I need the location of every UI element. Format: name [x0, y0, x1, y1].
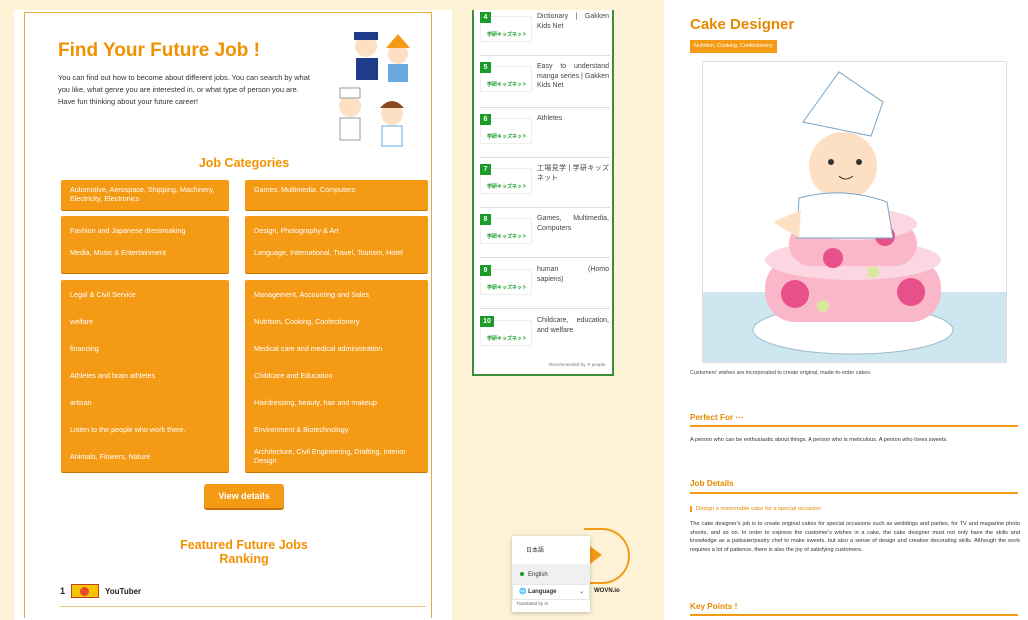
category-button[interactable]: Hairdressing, beauty, hair and makeup	[245, 388, 428, 418]
category-button[interactable]: Fashion and Japanese dressmaking	[61, 216, 229, 246]
characters-illustration	[339, 32, 410, 147]
globe-icon: 🌐	[519, 589, 527, 595]
language-selector-label: Language	[528, 589, 557, 595]
gakken-logo-icon: 学研キッズネット	[487, 134, 528, 140]
heading-underline	[690, 614, 1018, 616]
gakken-logo-icon: 学研キッズネット	[487, 184, 528, 190]
ranking-item[interactable]: 1 YouTuber	[60, 584, 141, 598]
rank-badge: 9	[480, 265, 491, 276]
language-option-label: English	[528, 572, 548, 578]
job-categories-heading: Job Categories	[198, 156, 290, 170]
rank-badge: 4	[480, 12, 491, 23]
category-button[interactable]: Legal & Civil Service	[61, 280, 229, 310]
recommendation-item[interactable]: 学研キッズネット 9 human (Homo sapiens)	[480, 265, 610, 309]
rank-badge: 10	[480, 316, 494, 327]
page-title: Find Your Future Job !	[58, 40, 260, 61]
rank-number: 1	[60, 586, 66, 596]
heading-underline	[690, 492, 1018, 494]
category-button[interactable]: Animals, Flowers, Nature	[61, 442, 229, 472]
recommendation-item[interactable]: 学研キッズネット 4 Dictionary | Gakken Kids Net	[480, 12, 610, 56]
divider	[60, 606, 426, 607]
category-button[interactable]: Childcare and Education	[245, 361, 428, 391]
category-button[interactable]: Games, Multimedia, Computers	[245, 180, 428, 210]
recommendation-item[interactable]: 学研キッズネット 10 Childcare, education, and we…	[480, 316, 610, 360]
category-button[interactable]: artisan	[61, 388, 229, 418]
ranking-heading-line1: Featured Future Jobs	[180, 538, 308, 552]
heading-underline	[690, 425, 1018, 427]
rank-badge: 8	[480, 214, 491, 225]
category-button[interactable]: Media, Music & Entertainment	[61, 243, 229, 273]
gakken-logo-icon: 学研キッズネット	[487, 32, 528, 38]
gakken-logo-icon: 学研キッズネット	[487, 82, 528, 88]
job-details-subheading: Design a memorable cake for a special oc…	[690, 506, 821, 512]
recommendation-item[interactable]: 学研キッズネット 7 工場見学 | 学研キッズネット	[480, 164, 610, 208]
category-button[interactable]: welfare	[61, 307, 229, 337]
category-button[interactable]: Architecture, Civil Engineering, Draftin…	[245, 442, 428, 472]
category-button[interactable]: financing	[61, 334, 229, 364]
recommendation-title: 工場見学 | 学研キッズネット	[537, 165, 609, 182]
gakken-logo-icon: 学研キッズネット	[487, 234, 528, 240]
language-selector[interactable]: 🌐 Language ⌄	[512, 584, 590, 600]
recommendation-title: human (Homo sapiens)	[537, 266, 609, 283]
recommendation-title: Childcare, education, and welfare	[537, 317, 609, 334]
ranking-heading: Featured Future Jobs Ranking	[150, 538, 338, 566]
gakken-logo-icon: 学研キッズネット	[487, 285, 528, 291]
category-button[interactable]: Listen to the people who work there.	[61, 415, 229, 445]
recommendation-title: Athletes	[537, 115, 563, 122]
intro-text: You can find out how to become about dif…	[58, 73, 310, 106]
category-button[interactable]: Environment & Biotechnology	[245, 415, 428, 445]
language-option-english[interactable]: English	[512, 564, 590, 586]
gakken-logo-icon: 学研キッズネット	[487, 336, 528, 342]
view-details-button[interactable]: View details	[204, 484, 284, 508]
chevron-down-icon: ⌄	[578, 589, 584, 595]
selected-dot-icon	[520, 572, 524, 576]
job-details-text: The cake designer's job is to create ori…	[690, 521, 1020, 553]
category-button[interactable]: Language, International, Travel, Tourism…	[245, 243, 428, 273]
rank-badge: 5	[480, 62, 491, 73]
perfect-for-heading: Perfect For ···	[690, 413, 744, 422]
youtuber-thumbnail-icon	[71, 584, 100, 598]
cake-designer-illustration	[702, 61, 1007, 363]
recommendation-title: Games, Multimedia, Computers	[537, 215, 609, 232]
rank-badge: 7	[480, 164, 491, 175]
recommendation-item[interactable]: 学研キッズネット 5 Easy to understand manga seri…	[480, 62, 610, 108]
category-tag[interactable]: Nutrition, Cooking, Confectionery	[690, 40, 778, 53]
category-button[interactable]: Automotive, Aerospace, Shipping, Machine…	[61, 180, 229, 210]
category-button[interactable]: Athletes and brain athletes	[61, 361, 229, 391]
wovn-logo[interactable]: WOVN.io	[594, 588, 620, 594]
recommendation-title: Dictionary | Gakken Kids Net	[537, 13, 609, 30]
rank-label: YouTuber	[105, 586, 142, 596]
translated-by: Translated by AI	[516, 601, 549, 606]
category-button[interactable]: Management, Accounting and Sales	[245, 280, 428, 310]
ranking-heading-line2: Ranking	[219, 552, 269, 566]
job-details-heading: Job Details	[690, 479, 734, 488]
job-title: Cake Designer	[690, 16, 795, 33]
rank-badge: 6	[480, 114, 491, 125]
image-caption: Customers' wishes are incorporated to cr…	[690, 370, 872, 376]
recommendation-item[interactable]: 学研キッズネット 8 Games, Multimedia, Computers	[480, 214, 610, 258]
recommended-by[interactable]: Recommended by ✕ people	[549, 362, 605, 368]
language-option-japanese[interactable]: 日本語	[512, 540, 590, 562]
key-points-heading: Key Points !	[690, 602, 738, 611]
category-button[interactable]: Design, Photography & Art	[245, 216, 428, 246]
perfect-for-text: A person who can be enthusiastic about t…	[690, 437, 948, 443]
recommendation-item[interactable]: 学研キッズネット 6 Athletes	[480, 114, 610, 158]
category-button[interactable]: Nutrition, Cooking, Confectionery	[245, 307, 428, 337]
category-button[interactable]: Medical care and medical administration	[245, 334, 428, 364]
wovn-play-icon[interactable]	[590, 546, 602, 564]
recommendation-title: Easy to understand manga series | Gakken…	[537, 63, 609, 89]
